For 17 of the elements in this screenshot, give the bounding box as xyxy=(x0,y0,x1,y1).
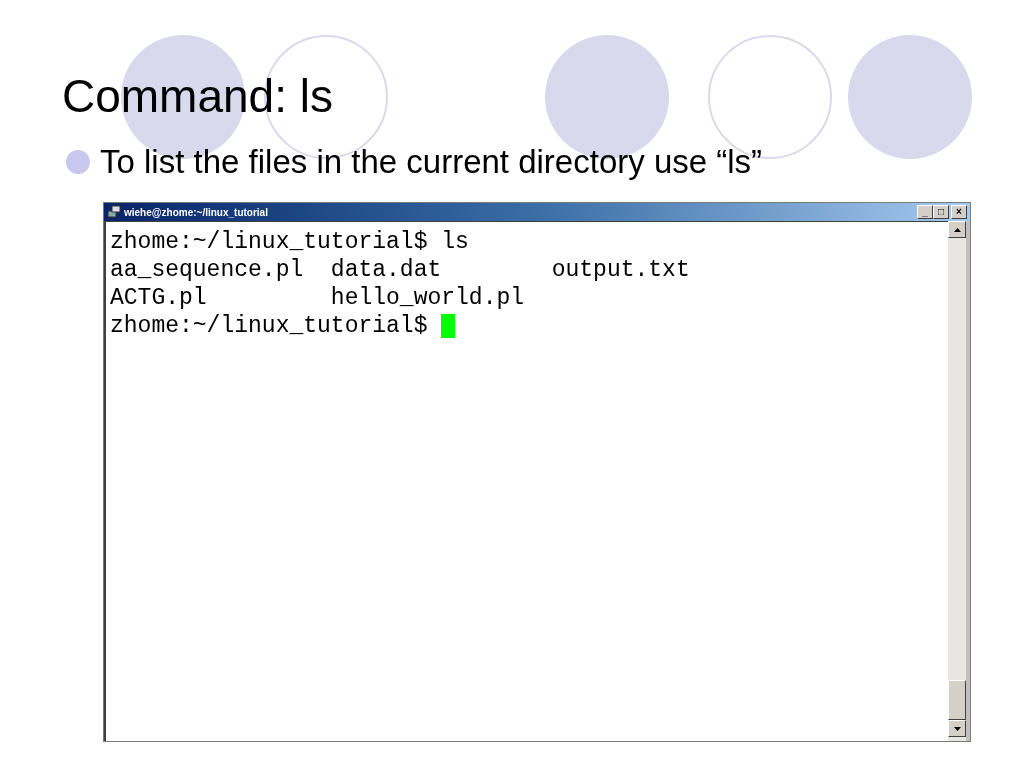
minimize-button[interactable]: _ xyxy=(917,205,933,219)
terminal-line: zhome:~/linux_tutorial$ xyxy=(110,312,429,340)
scroll-up-button[interactable] xyxy=(948,221,966,238)
close-button[interactable]: × xyxy=(951,205,967,219)
up-triangle-icon xyxy=(953,227,961,232)
terminal-line: zhome:~/linux_tutorial$ ls xyxy=(110,228,469,256)
slide-title: Command: ls xyxy=(62,69,333,124)
window-title: wiehe@zhome:~/linux_tutorial xyxy=(124,205,268,220)
scroll-thumb[interactable] xyxy=(948,680,966,720)
bullet-text: To list the files in the current directory use “ls” xyxy=(100,142,763,182)
terminal-line: aa_sequence.pl data.dat output.txt xyxy=(110,256,690,284)
computer-icon xyxy=(107,205,121,219)
terminal-line: ACTG.pl hello_world.pl xyxy=(110,284,525,312)
down-triangle-icon xyxy=(953,726,961,731)
bullet-icon xyxy=(66,150,90,174)
maximize-button[interactable]: □ xyxy=(933,205,949,219)
scroll-down-button[interactable] xyxy=(948,720,966,737)
